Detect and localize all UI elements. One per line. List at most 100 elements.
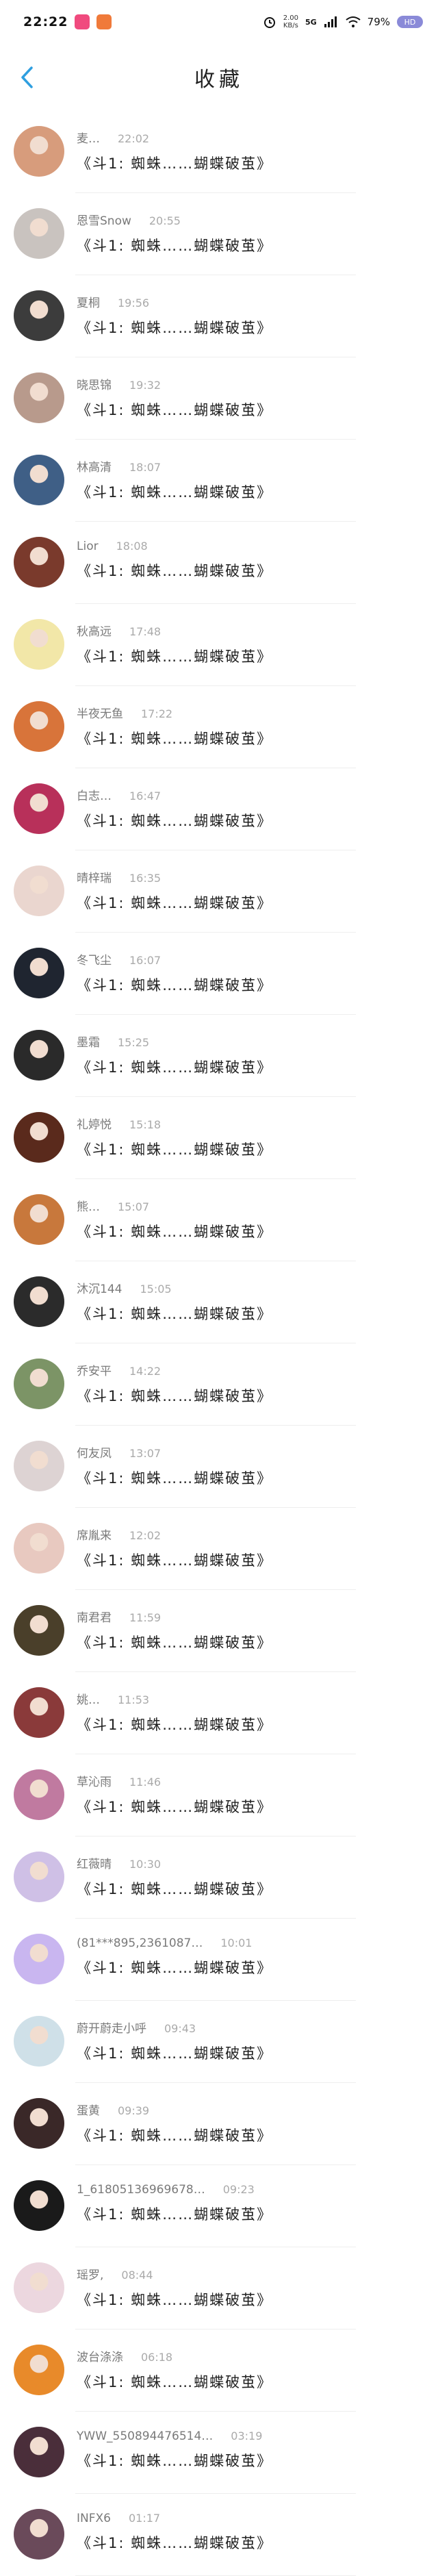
battery-icon: HD (397, 16, 423, 28)
list-item[interactable]: 草沁雨 11:46 《斗1: 蜘蛛……蝴蝶破茧》 (0, 1754, 438, 1836)
avatar[interactable] (14, 1441, 64, 1491)
list-item[interactable]: 席胤来 12:02 《斗1: 蜘蛛……蝴蝶破茧》 (0, 1508, 438, 1590)
list-item[interactable]: 何友凤 13:07 《斗1: 蜘蛛……蝴蝶破茧》 (0, 1426, 438, 1508)
list-item-time: 13:07 (129, 1447, 162, 1460)
list-item[interactable]: 姚… 11:53 《斗1: 蜘蛛……蝴蝶破茧》 (0, 1672, 438, 1754)
list-item-name: 南君君 (77, 1611, 112, 1625)
avatar[interactable] (14, 372, 64, 423)
list-item-message: 《斗1: 蜘蛛……蝴蝶破茧》 (77, 731, 273, 747)
list-item[interactable]: 半夜无鱼 17:22 《斗1: 蜘蛛……蝴蝶破茧》 (0, 686, 438, 768)
avatar[interactable] (14, 2345, 64, 2395)
list-item[interactable]: 晓思锦 19:32 《斗1: 蜘蛛……蝴蝶破茧》 (0, 357, 438, 440)
list-item[interactable]: 瑶罗, 08:44 《斗1: 蜘蛛……蝴蝶破茧》 (0, 2247, 438, 2329)
avatar[interactable] (14, 1605, 64, 1656)
list-item-name: 恩雪Snow (77, 214, 131, 228)
list-item-name: 墨霜 (77, 1036, 100, 1050)
avatar[interactable] (14, 1359, 64, 1409)
list-item-name: INFX6 (77, 2512, 111, 2525)
list-item[interactable]: 乔安平 14:22 《斗1: 蜘蛛……蝴蝶破茧》 (0, 1343, 438, 1426)
list-item[interactable]: 林高清 18:07 《斗1: 蜘蛛……蝴蝶破茧》 (0, 440, 438, 522)
avatar[interactable] (14, 2016, 64, 2067)
list-item-text: 乔安平 14:22 《斗1: 蜘蛛……蝴蝶破茧》 (77, 1361, 424, 1406)
list-item[interactable]: 1_6180513696967​8… 09:23 《斗1: 蜘蛛……蝴蝶破茧》 (0, 2165, 438, 2247)
list-item[interactable]: 白志… 16:47 《斗1: 蜘蛛……蝴蝶破茧》 (0, 768, 438, 850)
list-item-text: 1_6180513696967​8… 09:23 《斗1: 蜘蛛……蝴蝶破茧》 (77, 2183, 424, 2224)
list-item[interactable]: 冬飞尘 16:07 《斗1: 蜘蛛……蝴蝶破茧》 (0, 933, 438, 1015)
avatar[interactable] (14, 1194, 64, 1245)
list-item-head: 波台涤涤 06:18 (77, 2347, 424, 2364)
avatar[interactable] (14, 1112, 64, 1163)
list-item[interactable]: 波台涤涤 06:18 《斗1: 蜘蛛……蝴蝶破茧》 (0, 2329, 438, 2412)
avatar[interactable] (14, 1523, 64, 1574)
list-item-time: 15:07 (118, 1200, 150, 1213)
list-item-time: 10:01 (220, 1936, 253, 1949)
favorites-list: 麦… 22:02 《斗1: 蜘蛛……蝴蝶破茧》 恩雪Snow 20:55 《斗1: 蜘蛛…… (0, 111, 438, 2576)
list-item-name: 沐沉144 (77, 1283, 123, 1296)
list-item-text: 冬飞尘 16:07 《斗1: 蜘蛛……蝴蝶破茧》 (77, 950, 424, 995)
list-item-head: 草沁雨 11:46 (77, 1772, 424, 1789)
list-item[interactable]: 礼婷悦 15:18 《斗1: 蜘蛛……蝴蝶破茧》 (0, 1097, 438, 1179)
list-item[interactable]: (81***895,2361087… 10:01 《斗1: 蜘蛛……蝴蝶破茧》 (0, 1919, 438, 2001)
list-item-text: 夏桐 19:56 《斗1: 蜘蛛……蝴蝶破茧》 (77, 293, 424, 338)
app-notification-icon (75, 14, 90, 29)
list-item-message: 《斗1: 蜘蛛……蝴蝶破茧》 (77, 2453, 273, 2469)
list-item-head: 半夜无鱼 17:22 (77, 704, 424, 721)
list-item[interactable]: 晴梓瑞 16:35 《斗1: 蜘蛛……蝴蝶破茧》 (0, 850, 438, 933)
avatar[interactable] (14, 537, 64, 588)
list-item[interactable]: 南君君 11:59 《斗1: 蜘蛛……蝴蝶破茧》 (0, 1590, 438, 1672)
list-item-head: 蔚开蔚走小呼 09:43 (77, 2019, 424, 2036)
list-item-name: 蔚开蔚走小呼 (77, 2022, 146, 2036)
list-item[interactable]: 沐沉144 15:05 《斗1: 蜘蛛……蝴蝶破茧》 (0, 1261, 438, 1343)
list-item[interactable]: 熊… 15:07 《斗1: 蜘蛛……蝴蝶破茧》 (0, 1179, 438, 1261)
list-item[interactable]: 夏桐 19:56 《斗1: 蜘蛛……蝴蝶破茧》 (0, 275, 438, 357)
list-item[interactable]: 麦… 22:02 《斗1: 蜘蛛……蝴蝶破茧》 (0, 111, 438, 193)
avatar[interactable] (14, 619, 64, 670)
status-bar: 22:22 2.00 KB/s 5G 79% HD (0, 0, 438, 44)
avatar[interactable] (14, 290, 64, 341)
avatar[interactable] (14, 2098, 64, 2149)
list-item[interactable]: 秋高远 17:48 《斗1: 蜘蛛……蝴蝶破茧》 (0, 604, 438, 686)
avatar[interactable] (14, 701, 64, 752)
list-item-head: 林高清 18:07 (77, 457, 424, 475)
list-item-head: 乔安平 14:22 (77, 1361, 424, 1378)
avatar[interactable] (14, 1852, 64, 1902)
list-item[interactable]: 蛋黄 09:39 《斗1: 蜘蛛……蝴蝶破茧》 (0, 2083, 438, 2165)
list-item-message: 《斗1: 蜘蛛……蝴蝶破茧》 (77, 1881, 273, 1897)
avatar[interactable] (14, 866, 64, 916)
list-item-head: YWW_550894476514… 03:19 (77, 2429, 424, 2443)
header: 收藏 (0, 44, 438, 111)
avatar[interactable] (14, 783, 64, 834)
list-item[interactable]: Lior 18:08 《斗1: 蜘蛛……蝴蝶破茧》 (0, 522, 438, 604)
avatar[interactable] (14, 2180, 64, 2231)
list-item-name: 瑶罗, (77, 2269, 104, 2282)
avatar[interactable] (14, 2427, 64, 2477)
list-item-head: 恩雪Snow 20:55 (77, 211, 424, 228)
app-notification-icon (96, 14, 112, 29)
list-item-time: 19:32 (129, 379, 162, 392)
avatar[interactable] (14, 1769, 64, 1820)
list-item[interactable]: 红薇晴 10:30 《斗1: 蜘蛛……蝴蝶破茧》 (0, 1836, 438, 1919)
avatar[interactable] (14, 1934, 64, 1984)
avatar[interactable] (14, 2509, 64, 2560)
avatar[interactable] (14, 455, 64, 505)
avatar[interactable] (14, 2262, 64, 2313)
list-item[interactable]: 墨霜 15:25 《斗1: 蜘蛛……蝴蝶破茧》 (0, 1015, 438, 1097)
avatar[interactable] (14, 1030, 64, 1081)
list-item[interactable]: YWW_550894476514… 03:19 《斗1: 蜘蛛……蝴蝶破茧》 (0, 2412, 438, 2494)
avatar[interactable] (14, 126, 64, 177)
avatar[interactable] (14, 948, 64, 998)
list-item[interactable]: 蔚开蔚走小呼 09:43 《斗1: 蜘蛛……蝴蝶破茧》 (0, 2001, 438, 2083)
list-item-name: 蛋黄 (77, 2104, 100, 2118)
list-item-time: 19:56 (118, 296, 150, 310)
list-item-message: 《斗1: 蜘蛛……蝴蝶破茧》 (77, 813, 273, 829)
list-item-text: 林高清 18:07 《斗1: 蜘蛛……蝴蝶破茧》 (77, 457, 424, 502)
status-right: 2.00 KB/s 5G 79% HD (263, 14, 423, 29)
list-item-text: 礼婷悦 15:18 《斗1: 蜘蛛……蝴蝶破茧》 (77, 1115, 424, 1159)
avatar[interactable] (14, 208, 64, 259)
back-button[interactable] (10, 60, 44, 94)
avatar[interactable] (14, 1276, 64, 1327)
list-item-time: 09:43 (164, 2022, 196, 2035)
list-item[interactable]: 恩雪Snow 20:55 《斗1: 蜘蛛……蝴蝶破茧》 (0, 193, 438, 275)
avatar[interactable] (14, 1687, 64, 1738)
list-item[interactable]: INFX6 01:17 《斗1: 蜘蛛……蝴蝶破茧》 (0, 2494, 438, 2576)
